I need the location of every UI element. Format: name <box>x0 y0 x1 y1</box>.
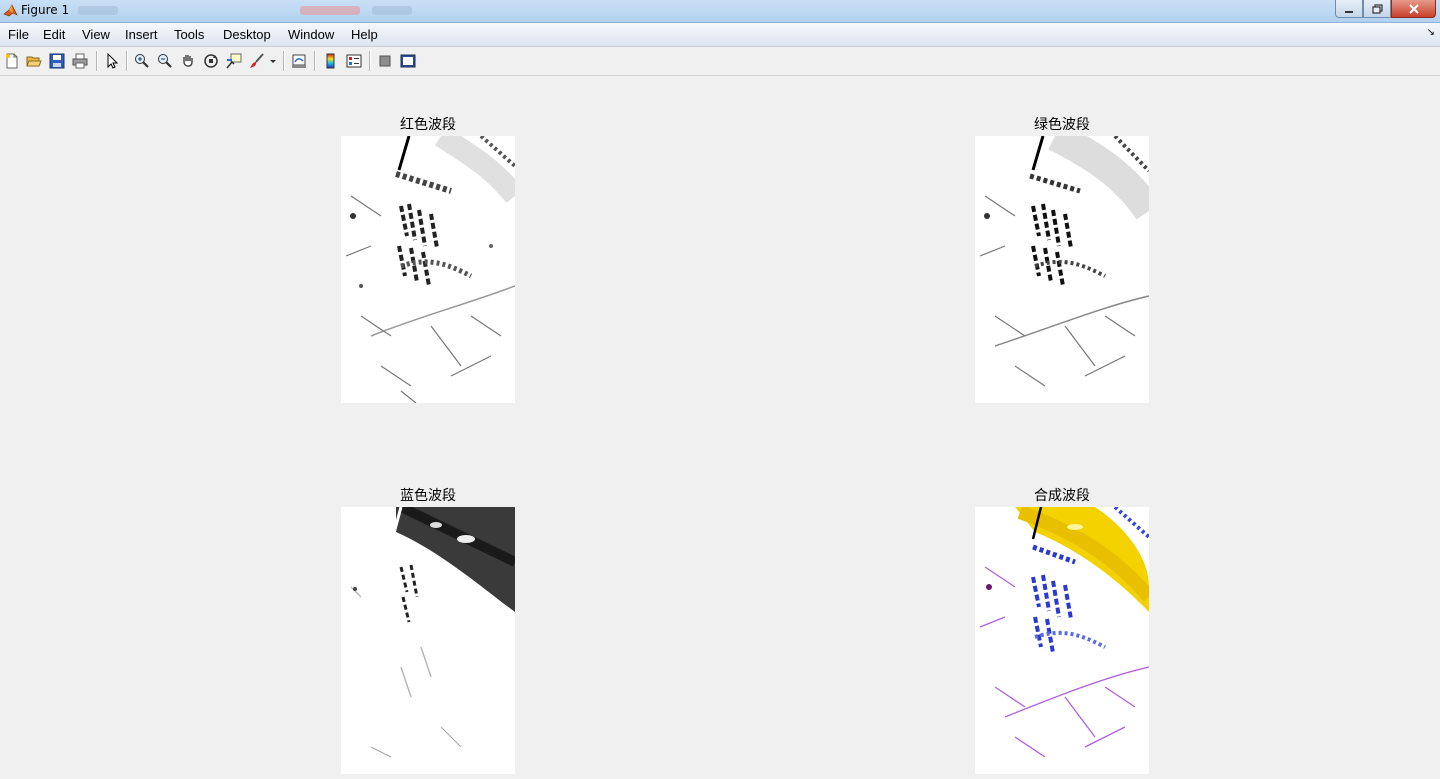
colorbar-icon[interactable] <box>322 52 340 70</box>
window-controls <box>1335 0 1436 19</box>
red-band-image <box>345 136 515 403</box>
save-icon[interactable] <box>48 52 66 70</box>
brush-icon[interactable] <box>248 52 266 70</box>
image-blue-band[interactable] <box>341 507 515 774</box>
image-composite-band[interactable] <box>975 507 1149 774</box>
zoom-out-icon[interactable] <box>156 52 174 70</box>
new-figure-icon[interactable] <box>3 52 21 70</box>
image-red-band[interactable] <box>341 136 515 403</box>
window-titlebar: Figure 1 <box>0 0 1440 23</box>
close-icon <box>1408 3 1419 14</box>
menu-bar: File Edit View Insert Tools Desktop Wind… <box>0 23 1440 47</box>
hide-plot-tools-icon[interactable] <box>376 52 394 70</box>
menu-help[interactable]: Help <box>351 27 378 42</box>
restore-icon <box>1371 3 1383 14</box>
minimize-icon <box>1345 10 1353 13</box>
figure-toolbar <box>0 47 1440 76</box>
menu-desktop[interactable]: Desktop <box>223 27 271 42</box>
blue-band-image <box>350 507 515 758</box>
zoom-in-icon[interactable] <box>133 52 151 70</box>
print-icon[interactable] <box>71 52 89 70</box>
matlab-app-icon[interactable] <box>3 3 18 18</box>
blurred-title-region <box>78 6 118 15</box>
pan-hand-icon[interactable] <box>179 52 197 70</box>
rotate-3d-icon[interactable] <box>202 52 220 70</box>
brush-dropdown-icon[interactable] <box>268 52 278 70</box>
open-file-icon[interactable] <box>25 52 43 70</box>
menu-insert[interactable]: Insert <box>125 27 158 42</box>
minimize-button[interactable] <box>1335 0 1363 18</box>
composite-band-image <box>979 507 1149 758</box>
blurred-title-region <box>300 6 360 15</box>
window-title: Figure 1 <box>21 3 70 17</box>
menu-edit[interactable]: Edit <box>43 27 65 42</box>
axes-title-composite: 合成波段 <box>1034 488 1090 504</box>
toolbar-separator <box>369 51 371 71</box>
axes-title-blue: 蓝色波段 <box>400 488 456 504</box>
dock-arrow-icon[interactable]: ↘ <box>1427 27 1435 38</box>
legend-icon[interactable] <box>345 52 363 70</box>
green-band-image <box>979 136 1149 387</box>
toolbar-separator <box>314 51 316 71</box>
link-plot-icon[interactable] <box>290 52 308 70</box>
menu-file[interactable]: File <box>8 27 29 42</box>
menu-window[interactable]: Window <box>288 27 334 42</box>
image-green-band[interactable] <box>975 136 1149 403</box>
edit-plot-arrow-icon[interactable] <box>103 52 121 70</box>
menu-view[interactable]: View <box>82 27 110 42</box>
axes-title-green: 绿色波段 <box>1034 117 1090 133</box>
blurred-title-region <box>372 6 412 15</box>
toolbar-separator <box>96 51 98 71</box>
show-plot-tools-icon[interactable] <box>399 52 417 70</box>
toolbar-separator <box>126 51 128 71</box>
axes-title-red: 红色波段 <box>400 117 456 133</box>
menu-tools[interactable]: Tools <box>174 27 204 42</box>
toolbar-separator <box>283 51 285 71</box>
data-cursor-icon[interactable] <box>225 52 243 70</box>
close-button[interactable] <box>1391 0 1436 18</box>
restore-button[interactable] <box>1363 0 1391 18</box>
